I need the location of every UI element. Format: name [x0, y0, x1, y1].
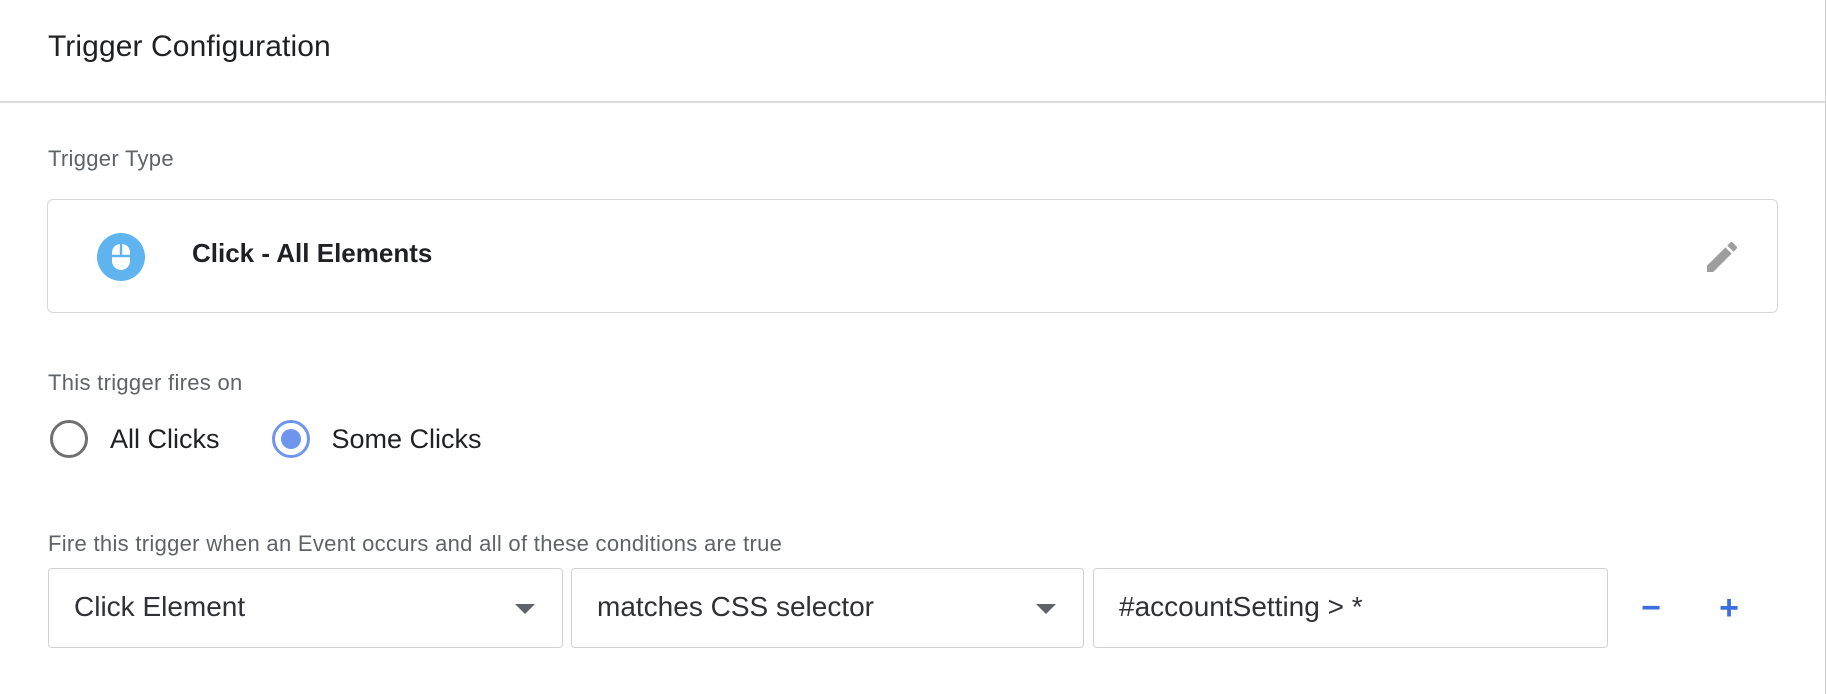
- add-condition-button[interactable]: +: [1706, 585, 1752, 631]
- condition-value-input[interactable]: #accountSetting > *: [1093, 568, 1608, 648]
- pencil-icon[interactable]: [1702, 237, 1742, 277]
- radio-all-clicks-label: All Clicks: [110, 423, 220, 454]
- minus-icon: −: [1641, 588, 1661, 627]
- radio-all-clicks[interactable]: All Clicks: [50, 420, 220, 458]
- operator-value: matches CSS selector: [597, 591, 874, 622]
- variable-value: Click Element: [74, 591, 246, 622]
- trigger-type-label: Trigger Type: [48, 146, 174, 171]
- chevron-down-icon: [515, 604, 535, 614]
- radio-unchecked-icon[interactable]: [50, 420, 88, 458]
- card-header: Trigger Configuration: [0, 0, 1825, 103]
- fires-on-radio-group: All Clicks Some Clicks: [50, 420, 534, 458]
- conditions-label: Fire this trigger when an Event occurs a…: [48, 531, 783, 556]
- variable-dropdown[interactable]: Click Element: [48, 568, 563, 648]
- trigger-type-name: Click - All Elements: [192, 238, 433, 268]
- operator-dropdown[interactable]: matches CSS selector: [571, 568, 1084, 648]
- radio-checked-icon[interactable]: [271, 420, 310, 458]
- condition-value-text: #accountSetting > *: [1119, 591, 1363, 622]
- fires-on-label: This trigger fires on: [48, 370, 243, 395]
- remove-condition-button[interactable]: −: [1628, 585, 1674, 631]
- mouse-icon: [97, 233, 145, 281]
- plus-icon: +: [1719, 588, 1739, 627]
- card-title: Trigger Configuration: [48, 30, 331, 63]
- trigger-configuration-card: Trigger Configuration Trigger Type Click…: [0, 0, 1826, 694]
- radio-some-clicks[interactable]: Some Clicks: [271, 420, 482, 458]
- chevron-down-icon: [1036, 604, 1056, 614]
- trigger-type-selector[interactable]: Click - All Elements: [47, 199, 1778, 313]
- radio-some-clicks-label: Some Clicks: [331, 423, 482, 454]
